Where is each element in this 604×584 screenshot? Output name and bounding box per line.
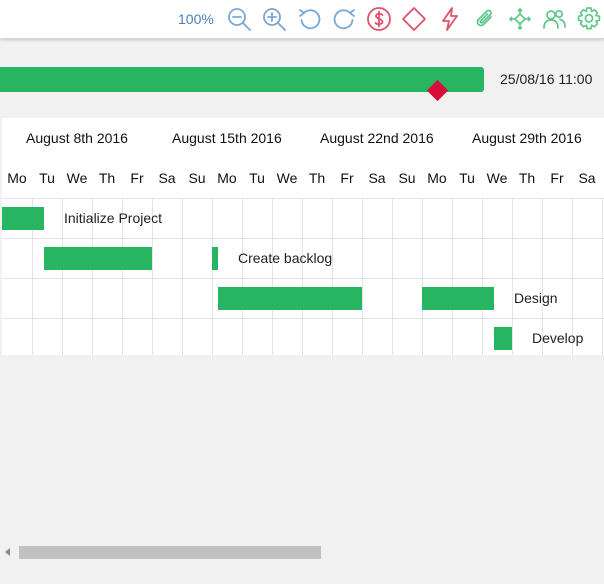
summary-date-label: 25/08/16 11:00: [500, 71, 593, 87]
task-bar-initialize-project[interactable]: [2, 207, 44, 230]
day-header: Fr: [130, 170, 144, 186]
gantt-app: { "toolbar": { "zoom_level": "100%", "ic…: [0, 0, 604, 584]
toolbar: 100%: [0, 0, 604, 39]
scroll-left-arrow-icon[interactable]: [5, 548, 10, 556]
task-bar-design-segment[interactable]: [422, 287, 494, 310]
grid-line: [362, 198, 363, 355]
day-header: Tu: [39, 170, 55, 186]
undo-icon[interactable]: [297, 6, 323, 32]
diamond-icon[interactable]: [401, 6, 427, 32]
paperclip-icon[interactable]: [472, 6, 498, 32]
week-header: August 15th 2016: [172, 130, 282, 146]
task-bar-develop[interactable]: [494, 327, 512, 350]
grid-line: [602, 198, 603, 355]
redo-icon[interactable]: [331, 6, 357, 32]
grid-line: [422, 198, 423, 355]
row-divider: [2, 318, 604, 319]
task-bar-create-backlog[interactable]: [44, 247, 152, 270]
day-header: Fr: [550, 170, 564, 186]
day-header: Th: [308, 170, 326, 186]
row-divider: [2, 198, 604, 199]
day-header: Su: [398, 170, 416, 186]
task-label: Develop: [532, 330, 584, 346]
day-header: Sa: [368, 170, 386, 186]
horizontal-scrollbar[interactable]: [0, 544, 604, 560]
grid-line: [482, 198, 483, 355]
day-header: Tu: [459, 170, 475, 186]
day-header: Th: [518, 170, 536, 186]
task-bar-design[interactable]: [218, 287, 362, 310]
day-header: Sa: [158, 170, 176, 186]
task-bar-create-backlog-segment[interactable]: [212, 247, 218, 270]
day-header: We: [486, 170, 508, 186]
grid-line: [272, 198, 273, 355]
gantt-chart: August 8th 2016 August 15th 2016 August …: [2, 118, 604, 355]
day-header: Mo: [217, 170, 237, 186]
day-header: Fr: [340, 170, 354, 186]
grid-line: [452, 198, 453, 355]
row-divider: [2, 278, 604, 279]
scrollbar-thumb[interactable]: [19, 546, 321, 559]
row-divider: [2, 238, 604, 239]
day-header: Mo: [7, 170, 27, 186]
dollar-icon[interactable]: [366, 6, 392, 32]
day-header: Th: [98, 170, 116, 186]
day-header: Mo: [427, 170, 447, 186]
week-header: August 8th 2016: [26, 130, 128, 146]
day-header: We: [276, 170, 298, 186]
grid-line: [302, 198, 303, 355]
day-header: Sa: [578, 170, 596, 186]
grid-line: [182, 198, 183, 355]
grid-line: [212, 198, 213, 355]
grid-line: [332, 198, 333, 355]
day-header: We: [66, 170, 88, 186]
task-label: Initialize Project: [64, 210, 163, 226]
users-icon[interactable]: [541, 6, 567, 32]
week-header: August 29th 2016: [472, 130, 582, 146]
grid-line: [512, 198, 513, 355]
zoom-out-icon[interactable]: [226, 6, 252, 32]
grid-line: [62, 198, 63, 355]
week-header: August 22nd 2016: [320, 130, 434, 146]
task-label: Create backlog: [238, 250, 333, 266]
network-icon[interactable]: [507, 6, 533, 32]
project-summary-bar[interactable]: [0, 67, 484, 92]
zoom-level-label: 100%: [178, 11, 214, 27]
grid-line: [392, 198, 393, 355]
grid-line: [242, 198, 243, 355]
zoom-in-icon[interactable]: [261, 6, 287, 32]
lightning-icon[interactable]: [437, 6, 463, 32]
day-header: Tu: [249, 170, 265, 186]
day-header: Su: [188, 170, 206, 186]
gear-icon[interactable]: [576, 6, 602, 32]
task-label: Design: [514, 290, 558, 306]
